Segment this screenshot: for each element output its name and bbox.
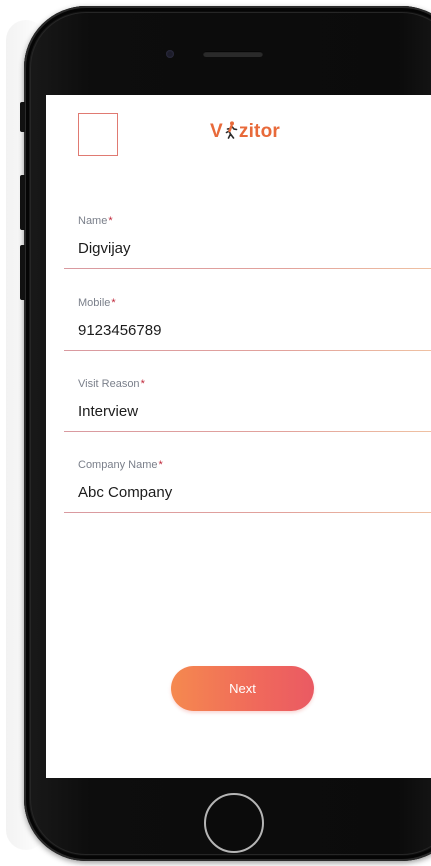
front-camera [166, 50, 174, 58]
next-button[interactable]: Next [171, 666, 314, 711]
required-mark: * [158, 459, 163, 471]
app-title: Vzitor [210, 121, 280, 145]
name-underline [64, 268, 431, 269]
logo-placeholder[interactable] [78, 113, 118, 156]
name-field: Name* [64, 215, 431, 271]
visit-reason-input[interactable] [78, 403, 418, 420]
visit-reason-underline [64, 431, 431, 432]
visit-reason-field: Visit Reason* [64, 378, 431, 434]
home-button[interactable] [204, 793, 264, 853]
visit-reason-label: Visit Reason* [78, 378, 145, 390]
app-title-prefix: V [210, 121, 223, 142]
required-mark: * [108, 215, 113, 227]
mobile-field: Mobile* [64, 297, 431, 353]
mobile-label: Mobile* [78, 297, 116, 309]
name-input[interactable] [78, 240, 418, 257]
stage: Vzitor Name* Mobile* Visit Reason* Compa… [0, 0, 431, 866]
company-name-input[interactable] [78, 484, 418, 501]
company-name-label-text: Company Name [78, 459, 158, 471]
company-name-field: Company Name* [64, 459, 431, 515]
mobile-label-text: Mobile [78, 297, 111, 309]
mobile-input[interactable] [78, 322, 418, 339]
mobile-underline [64, 350, 431, 351]
volume-down-button [20, 245, 25, 300]
volume-up-button [20, 175, 25, 230]
app-screen: Vzitor Name* Mobile* Visit Reason* Compa… [46, 95, 431, 778]
required-mark: * [111, 297, 116, 309]
mute-switch [20, 102, 25, 132]
name-label-text: Name [78, 215, 108, 227]
app-title-suffix: zitor [238, 121, 280, 142]
visit-reason-label-text: Visit Reason [78, 378, 140, 390]
company-name-underline [64, 512, 431, 513]
company-name-label: Company Name* [78, 459, 163, 471]
required-mark: * [140, 378, 145, 390]
name-label: Name* [78, 215, 113, 227]
earpiece-speaker [203, 51, 263, 57]
person-walking-icon [224, 121, 238, 145]
